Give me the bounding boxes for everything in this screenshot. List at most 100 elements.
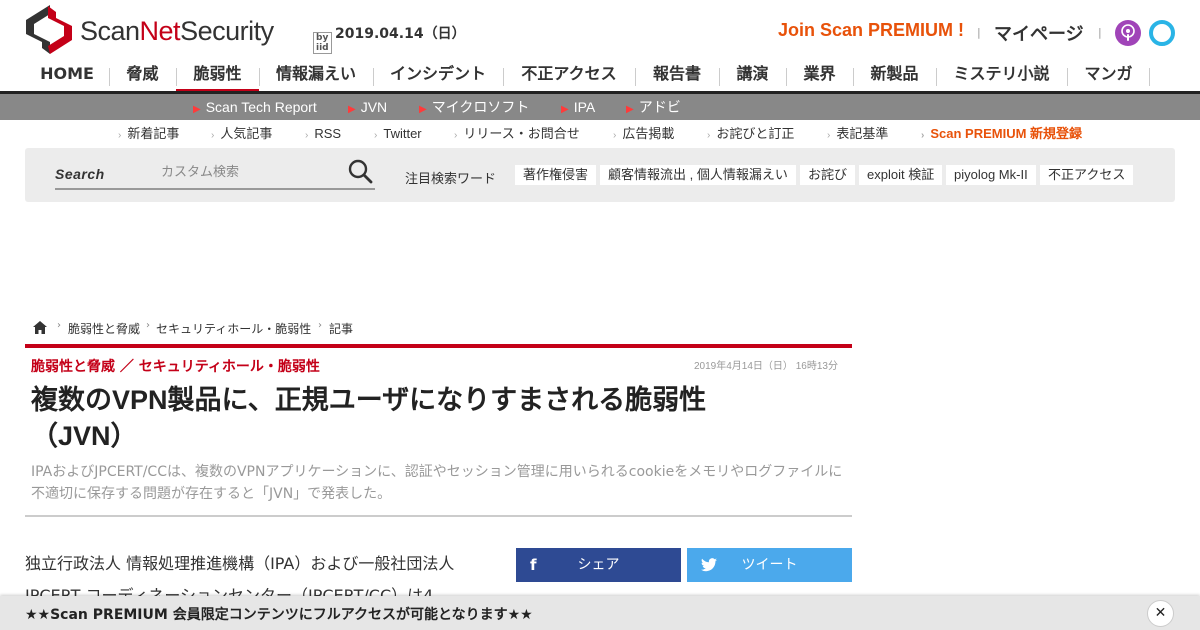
site-header: ScanNetSecurity by iid 2019.04.14（日） Joi… (0, 0, 1200, 62)
trending-tag[interactable]: 顧客情報流出 , 個人情報漏えい (600, 165, 796, 185)
chevron-right-icon: ▶ (348, 104, 356, 115)
nav-item-home[interactable]: HOME (25, 62, 109, 92)
trending-tag[interactable]: 著作権侵害 (515, 165, 597, 185)
breadcrumb-item[interactable]: セキュリティホール・脆弱性 (156, 320, 311, 337)
article-category[interactable]: 脆弱性と脅威 ／ セキュリティホール・脆弱性 (31, 356, 320, 376)
breadcrumb-separator: › (146, 320, 150, 331)
util-link-rss[interactable]: › RSS (305, 122, 341, 146)
trending-tag[interactable]: exploit 検証 (859, 165, 943, 185)
logo-prefix: Scan (80, 16, 140, 46)
subnav-item-label: JVN (360, 99, 388, 115)
util-link-advertising[interactable]: › 広告掲載 (613, 122, 674, 146)
nav-item-new-products[interactable]: 新製品 (853, 62, 936, 92)
logo-wordmark: ScanNetSecurity (80, 16, 274, 47)
subnav-item-scan-tech-report[interactable]: ▶ Scan Tech Report (193, 94, 317, 120)
logo-suffix: Security (180, 16, 274, 46)
util-link-label: 表記基準 (836, 126, 889, 141)
site-logo[interactable]: ScanNetSecurity by iid (24, 4, 332, 56)
breadcrumb-item: 記事 (329, 322, 354, 336)
util-link-new-articles[interactable]: › 新着記事 (118, 122, 179, 146)
nav-item-industry[interactable]: 業界 (786, 62, 853, 92)
trending-keywords-label: 注目検索ワード (405, 172, 497, 187)
util-link-premium-signup[interactable]: › Scan PREMIUM 新規登録 (921, 122, 1082, 146)
subnav-item-label: Scan Tech Report (205, 99, 317, 115)
util-link-label: 新着記事 (127, 126, 180, 141)
nav-item-unauthorized-access[interactable]: 不正アクセス (503, 62, 635, 92)
subnav-item-jvn[interactable]: ▶ JVN (348, 94, 387, 120)
util-link-label: リリース・お問合せ (463, 126, 580, 141)
util-link-label: Twitter (383, 126, 422, 141)
chevron-right-icon: ▶ (193, 104, 201, 115)
twitter-tweet-button[interactable]: ツイート (687, 548, 852, 582)
premium-banner-text[interactable]: ★★Scan PREMIUM 会員限定コンテンツにフルアクセスが可能となります★… (25, 604, 533, 624)
breadcrumb-separator: › (57, 320, 61, 331)
facebook-share-button[interactable]: f シェア (516, 548, 681, 582)
util-link-style-guide[interactable]: › 表記基準 (827, 122, 888, 146)
chevron-right-icon: › (707, 130, 711, 141)
premium-banner: ★★Scan PREMIUM 会員限定コンテンツにフルアクセスが可能となります★… (0, 596, 1200, 630)
trending-tag[interactable]: 不正アクセス (1040, 165, 1134, 185)
nav-item-incident[interactable]: インシデント (373, 62, 503, 92)
logo-net: Net (139, 16, 181, 46)
podcast-icon[interactable] (1115, 20, 1141, 46)
nav-item-report[interactable]: 報告書 (635, 62, 719, 92)
lead-divider (25, 515, 852, 517)
subnav-item-ipa[interactable]: ▶ IPA (561, 94, 595, 120)
subnav-item-microsoft[interactable]: ▶ マイクロソフト (419, 94, 529, 120)
chevron-right-icon: ▶ (626, 104, 634, 115)
search-underline (55, 188, 375, 190)
trending-tag[interactable]: お詫び (800, 165, 856, 185)
sub-nav: ▶ Scan Tech Report ▶ JVN ▶ マイクロソフト ▶ IPA ▶ アド… (0, 94, 1200, 120)
utility-links: › 新着記事 › 人気記事 › RSS › Twitter › リリース・お問合せ › 広告… (0, 122, 1200, 146)
subnav-item-label: アドビ (638, 99, 681, 115)
chevron-right-icon: › (454, 130, 458, 141)
breadcrumb-separator: › (318, 320, 322, 331)
search-label: Search (55, 166, 105, 182)
trending-tag[interactable]: piyolog Mk-II (946, 165, 1036, 185)
mypage-link[interactable]: マイページ (994, 20, 1084, 46)
util-link-label: 広告掲載 (622, 126, 675, 141)
facebook-icon: f (530, 556, 537, 574)
nav-item-lecture[interactable]: 講演 (719, 62, 786, 92)
subnav-item-adobe[interactable]: ▶ アドビ (626, 94, 681, 120)
util-link-popular[interactable]: › 人気記事 (211, 122, 272, 146)
subnav-item-label: マイクロソフト (431, 99, 530, 115)
chevron-right-icon: › (211, 130, 215, 141)
breadcrumb-item[interactable]: 脆弱性と脅威 (68, 320, 140, 337)
util-link-twitter[interactable]: › Twitter (374, 122, 422, 146)
article-lead: IPAおよびJPCERT/CCは、複数のVPNアプリケーションに、認証やセッショ… (31, 464, 843, 502)
home-icon[interactable] (33, 321, 47, 334)
header-separator: | (977, 26, 981, 39)
podcast-glyph-icon (1121, 24, 1135, 41)
search-input[interactable] (161, 157, 341, 185)
join-premium-link[interactable]: Join Scan PREMIUM ! (778, 20, 964, 41)
util-link-release-contact[interactable]: › リリース・お問合せ (454, 122, 580, 146)
chevron-right-icon: › (827, 130, 831, 141)
close-icon[interactable]: ✕ (1147, 600, 1174, 627)
nav-item-manga[interactable]: マンガ (1067, 62, 1150, 92)
search-icon[interactable] (347, 158, 373, 184)
nav-item-vulnerability[interactable]: 脆弱性 (176, 62, 259, 92)
nav-item-threat[interactable]: 脅威 (109, 62, 176, 92)
twitter-icon (701, 558, 717, 572)
util-link-corrections[interactable]: › お詫びと訂正 (707, 122, 794, 146)
search-panel: Search 注目検索ワード 著作権侵害 顧客情報流出 , 個人情報漏えい お詫… (25, 148, 1175, 202)
alexa-icon[interactable] (1149, 20, 1175, 46)
chevron-right-icon: › (374, 130, 378, 141)
nav-item-mystery-novel[interactable]: ミステリ小説 (936, 62, 1067, 92)
chevron-right-icon: ▶ (561, 104, 569, 115)
header-separator: | (1098, 26, 1102, 39)
header-date: 2019.04.14（日） (335, 26, 466, 42)
util-link-label: お詫びと訂正 (716, 126, 795, 141)
util-link-label: 人気記事 (220, 126, 273, 141)
subnav-item-label: IPA (573, 99, 596, 115)
main-nav: HOME 脅威 脆弱性 情報漏えい インシデント 不正アクセス 報告書 講演 業… (25, 62, 1175, 93)
chevron-right-icon: › (118, 130, 122, 141)
share-label: シェア (577, 557, 620, 573)
chevron-right-icon: ▶ (419, 104, 427, 115)
nav-item-leak[interactable]: 情報漏えい (259, 62, 373, 92)
nav-divider (1149, 68, 1150, 86)
logo-byiid: by iid (313, 32, 332, 54)
logo-mark-icon (26, 5, 72, 54)
article-title: 複数のVPN製品に、正規ユーザになりすまされる脆弱性（JVN） (31, 385, 707, 451)
